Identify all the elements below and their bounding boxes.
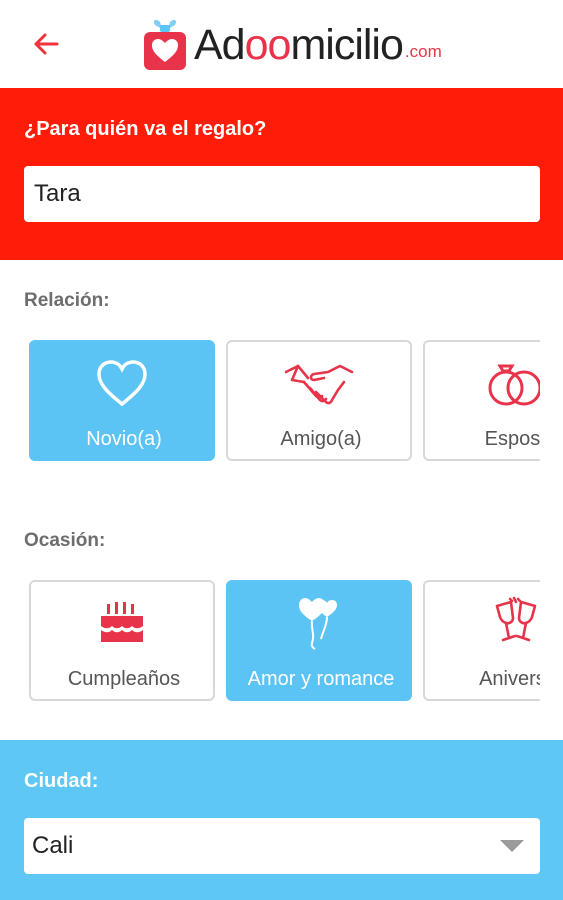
logo-wordmark: Adoomicilio — [194, 20, 404, 69]
heart-icon — [97, 360, 147, 407]
champagne-glasses-icon — [495, 596, 537, 642]
app-header: Adoomicilio .com — [0, 0, 563, 88]
city-section: Ciudad: Cali — [0, 740, 563, 900]
cake-icon — [101, 602, 143, 642]
gift-heart-logo-icon — [142, 16, 190, 74]
relation-option-esposo[interactable]: Esposo — [423, 340, 540, 461]
rings-icon — [488, 364, 540, 406]
relation-option-amigo[interactable]: Amigo(a) — [226, 340, 412, 461]
occasion-option-label: Amor y romance — [247, 668, 395, 690]
logo-domain: .com — [404, 42, 442, 61]
occasion-option-amor-romance[interactable]: Amor y romance — [226, 580, 412, 701]
recipient-title: ¿Para quién va el regalo? — [24, 118, 267, 140]
chevron-down-icon — [500, 840, 524, 852]
occasion-options: Cumpleaños Amor y romance Aniver — [0, 580, 540, 704]
arrow-left-icon — [34, 33, 59, 55]
relation-option-label: Amigo(a) — [280, 428, 362, 450]
occasion-option-label: Aniversa — [479, 668, 540, 690]
city-dropdown[interactable]: Cali — [24, 818, 540, 874]
logo: Adoomicilio .com — [142, 14, 442, 76]
relation-option-label: Esposo — [484, 428, 540, 450]
relation-option-novio[interactable]: Novio(a) — [29, 340, 215, 461]
heart-balloons-icon — [299, 598, 337, 650]
relation-option-label: Novio(a) — [86, 428, 162, 450]
occasion-option-label: Cumpleaños — [67, 668, 181, 690]
relation-label: Relación: — [24, 290, 110, 311]
occasion-option-aniversario[interactable]: Aniversa — [423, 580, 540, 701]
relation-options: Novio(a) Amigo(a) Espos — [0, 340, 540, 464]
occasion-option-cumpleanos[interactable]: Cumpleaños — [29, 580, 215, 701]
recipient-section: ¿Para quién va el regalo? — [0, 88, 563, 260]
city-title: Ciudad: — [24, 770, 99, 792]
recipient-name-input[interactable] — [24, 166, 540, 222]
back-button[interactable] — [26, 26, 66, 62]
city-selected-value: Cali — [32, 832, 74, 859]
handshake-icon — [284, 364, 354, 405]
occasion-label: Ocasión: — [24, 530, 106, 551]
